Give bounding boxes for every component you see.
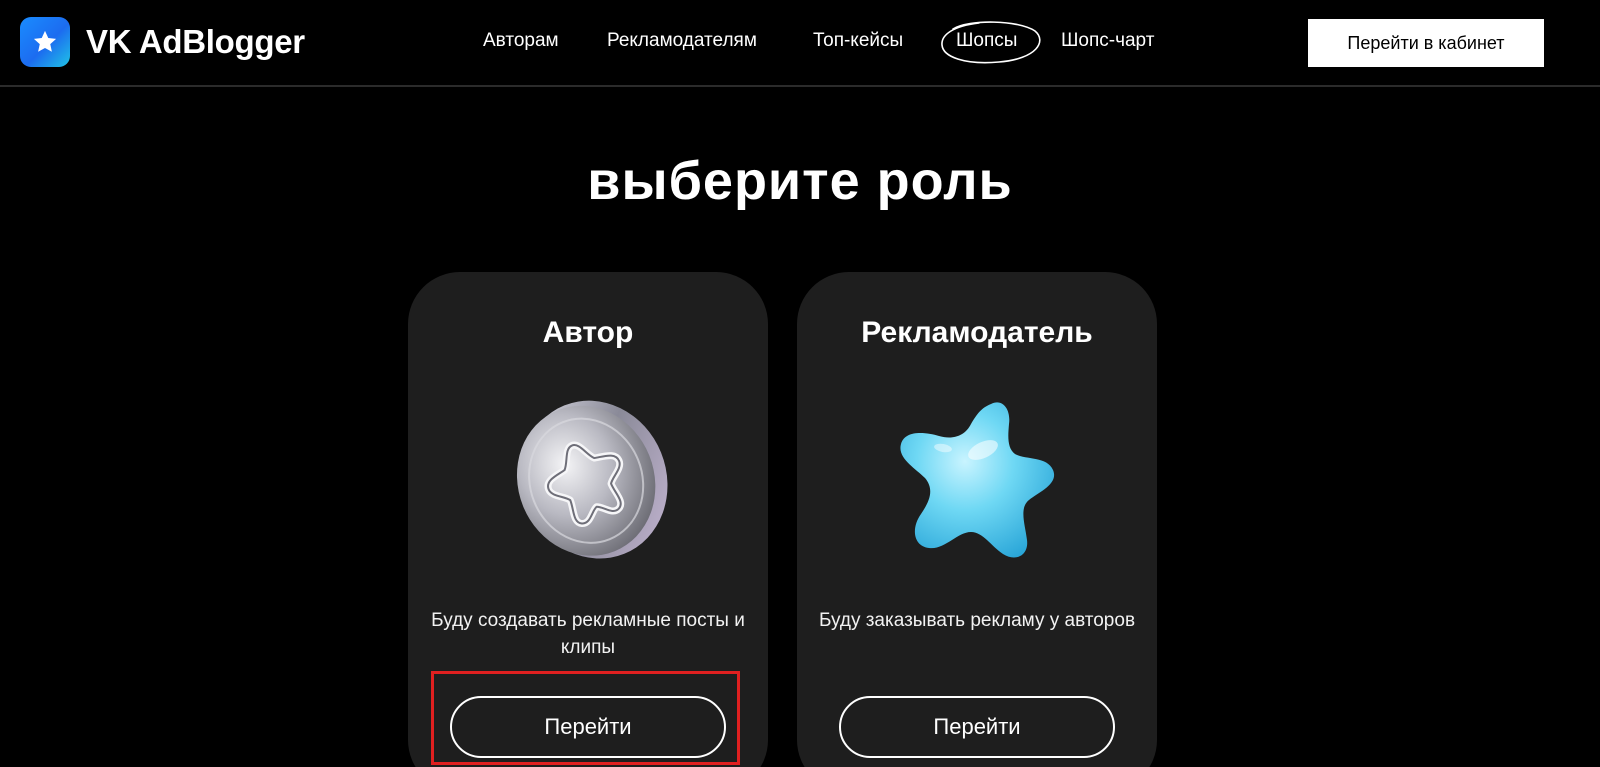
go-to-cabinet-button[interactable]: Перейти в кабинет <box>1308 19 1544 67</box>
nav-link-authors[interactable]: Авторам <box>483 30 559 52</box>
advertiser-go-button[interactable]: Перейти <box>839 696 1115 758</box>
nav-link-advertisers[interactable]: Рекламодателям <box>607 30 757 52</box>
role-card-advertiser: Рекламодатель Буду заказывать рекламу у … <box>797 272 1157 767</box>
page-title: выберите роль <box>587 151 1013 211</box>
card-description: Буду создавать рекламные посты и клипы <box>431 610 745 658</box>
hand-drawn-circle-icon <box>941 21 1041 64</box>
card-title: Рекламодатель <box>861 316 1093 349</box>
card-title: Автор <box>542 316 634 349</box>
nav-link-shops-chart[interactable]: Шопс-чарт <box>1061 30 1154 52</box>
blue-star-icon <box>900 402 1055 558</box>
silver-coin-star-icon <box>516 400 668 559</box>
nav-link-top-cases[interactable]: Топ-кейсы <box>813 30 903 52</box>
site-header: VK AdBlogger Авторам Рекламодателям Топ-… <box>0 0 1600 87</box>
author-go-button[interactable]: Перейти <box>450 696 726 758</box>
role-card-author: Автор Буду создавать рекламные посты и к… <box>408 272 768 767</box>
card-description: Буду заказывать рекламу у авторов <box>818 610 1136 631</box>
page: VK AdBlogger Авторам Рекламодателям Топ-… <box>0 0 1600 767</box>
